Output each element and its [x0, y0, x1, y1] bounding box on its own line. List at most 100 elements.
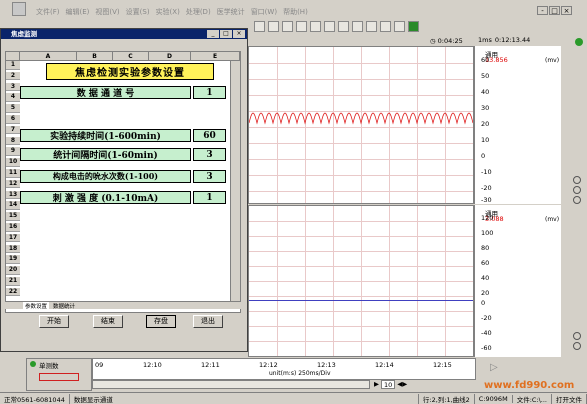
- tab-stats[interactable]: 数据统计: [53, 302, 75, 310]
- channel-1-graph[interactable]: [248, 46, 474, 204]
- horizontal-scrollbar[interactable]: [92, 380, 370, 389]
- tool-button[interactable]: [324, 21, 335, 32]
- row-header[interactable]: 18: [6, 244, 20, 254]
- param-label-cell[interactable]: 数 据 通 道 号: [20, 86, 191, 99]
- param-value-cell[interactable]: 60: [193, 129, 226, 142]
- menu-file[interactable]: 文件(F): [36, 7, 60, 17]
- row-header[interactable]: 17: [6, 233, 20, 243]
- param-value-cell[interactable]: 3: [193, 148, 226, 161]
- tool-button[interactable]: [254, 21, 265, 32]
- title-cell[interactable]: 焦虑检测实验参数设置: [46, 63, 214, 80]
- restore-button[interactable]: □: [549, 6, 560, 15]
- menu-edit[interactable]: 编辑(E): [66, 7, 90, 17]
- tool-button[interactable]: [282, 21, 293, 32]
- tool-button[interactable]: [352, 21, 363, 32]
- row-header[interactable]: 20: [6, 266, 20, 275]
- exit-button[interactable]: 退出: [193, 315, 223, 328]
- save-button[interactable]: 存盘: [146, 315, 176, 328]
- time-label: 09: [95, 361, 104, 369]
- tab-params[interactable]: 参数设置: [23, 302, 50, 310]
- column-header[interactable]: B: [77, 52, 113, 61]
- param-value-cell[interactable]: 1: [193, 191, 226, 204]
- row-header[interactable]: 3: [6, 82, 20, 92]
- zoom-arrows-icon[interactable]: ◀▶: [397, 380, 407, 389]
- row-header[interactable]: 21: [6, 277, 20, 286]
- menu-view[interactable]: 视图(V): [95, 7, 119, 17]
- dialog-minimize-button[interactable]: _: [207, 30, 219, 38]
- menu-experiment[interactable]: 实验(X): [156, 7, 180, 17]
- vertical-scrollbar[interactable]: [230, 61, 240, 301]
- tick-label: 100: [481, 229, 494, 237]
- tool-button[interactable]: [296, 21, 307, 32]
- menu-window[interactable]: 窗口(W): [251, 7, 277, 17]
- app-window: 文件(F) 编辑(E) 视图(V) 设置(S) 实验(X) 处理(D) 医学统计…: [0, 0, 587, 404]
- watermark: www.fd990.com: [484, 380, 575, 391]
- column-header[interactable]: D: [149, 52, 191, 61]
- zoom-in-icon[interactable]: [573, 332, 581, 340]
- tool-button[interactable]: [394, 21, 405, 32]
- row-header[interactable]: 16: [6, 223, 20, 232]
- corner-cell[interactable]: [6, 52, 20, 61]
- time-label: 12:15: [433, 361, 452, 369]
- zoom-in-icon[interactable]: [573, 176, 581, 184]
- end-button[interactable]: 结束: [93, 315, 123, 328]
- parameter-spreadsheet[interactable]: A B C D E 1 2 3 4 5 6 7 8 9 10 11 12 13 14 15 16 17 18 19 2…: [5, 51, 241, 313]
- row-header[interactable]: 19: [6, 255, 20, 264]
- channel-1-icon[interactable]: [575, 38, 583, 46]
- param-label-cell[interactable]: 统计间隔时间(1-60min): [20, 148, 191, 161]
- row-header[interactable]: 4: [6, 93, 20, 102]
- channel-2-graph[interactable]: [248, 205, 474, 357]
- row-header[interactable]: 10: [6, 158, 20, 167]
- dialog-controls: _ □ ×: [207, 30, 245, 38]
- menu-medical-stats[interactable]: 医学统计: [217, 7, 245, 17]
- tool-button[interactable]: [380, 21, 391, 32]
- close-button[interactable]: ×: [561, 6, 572, 15]
- row-header[interactable]: 9: [6, 147, 20, 156]
- sheet-tabs: 参数设置 数据统计: [5, 301, 241, 310]
- row-header[interactable]: 15: [6, 212, 20, 221]
- row-header[interactable]: 7: [6, 125, 20, 135]
- dialog-maximize-button[interactable]: □: [220, 30, 232, 38]
- param-label-cell[interactable]: 刺 激 强 度 (0.1-10mA): [20, 191, 191, 204]
- param-value-cell[interactable]: 3: [193, 170, 226, 183]
- time-label: 12:12: [259, 361, 278, 369]
- row-header[interactable]: 5: [6, 104, 20, 113]
- menu-help[interactable]: 帮助(H): [283, 7, 308, 17]
- play-icon[interactable]: ▶: [374, 380, 379, 389]
- row-header[interactable]: 22: [6, 287, 20, 297]
- column-header[interactable]: A: [20, 52, 77, 61]
- row-header[interactable]: 14: [6, 201, 20, 210]
- row-header[interactable]: 11: [6, 169, 20, 178]
- column-header[interactable]: C: [113, 52, 149, 61]
- column-header[interactable]: E: [191, 52, 240, 61]
- tick-label: 0: [481, 152, 486, 160]
- row-header[interactable]: 2: [6, 71, 20, 81]
- param-label-cell[interactable]: 构成电击的吮水次数(1-100): [20, 170, 191, 183]
- tool-button[interactable]: [366, 21, 377, 32]
- row-header[interactable]: 13: [6, 190, 20, 200]
- tool-button[interactable]: [408, 21, 419, 32]
- zoom-reset-icon[interactable]: [573, 196, 581, 204]
- menu-settings[interactable]: 设置(S): [126, 7, 150, 17]
- row-header[interactable]: 8: [6, 136, 20, 146]
- menu-process[interactable]: 处理(D): [186, 7, 211, 17]
- param-label-cell[interactable]: 实验持续时间(1-600min): [20, 129, 191, 142]
- sample-time-readout: 1ms 0:12:13.44: [478, 36, 531, 44]
- row-header[interactable]: 6: [6, 115, 20, 124]
- tool-button[interactable]: [310, 21, 321, 32]
- start-button[interactable]: 开始: [39, 315, 69, 328]
- minimize-button[interactable]: -: [537, 6, 548, 15]
- zoom-level[interactable]: 10: [381, 380, 396, 389]
- dialog-close-button[interactable]: ×: [233, 30, 245, 38]
- zoom-out-icon[interactable]: [573, 186, 581, 194]
- playback-icon[interactable]: ▷: [490, 362, 504, 376]
- row-header[interactable]: 1: [6, 61, 20, 70]
- zoom-out-icon[interactable]: [573, 342, 581, 350]
- status-disk: C:9096M: [475, 394, 513, 403]
- tool-button[interactable]: [268, 21, 279, 32]
- param-value-cell[interactable]: 1: [193, 86, 226, 99]
- tool-button[interactable]: [338, 21, 349, 32]
- channel-2-axis: 通用 3.088 (mv) 120 100 80 60 40 20 0 -20 …: [474, 205, 561, 357]
- time-unit-label: unit(m:s) 250ms/Div: [269, 370, 331, 377]
- row-header[interactable]: 12: [6, 179, 20, 189]
